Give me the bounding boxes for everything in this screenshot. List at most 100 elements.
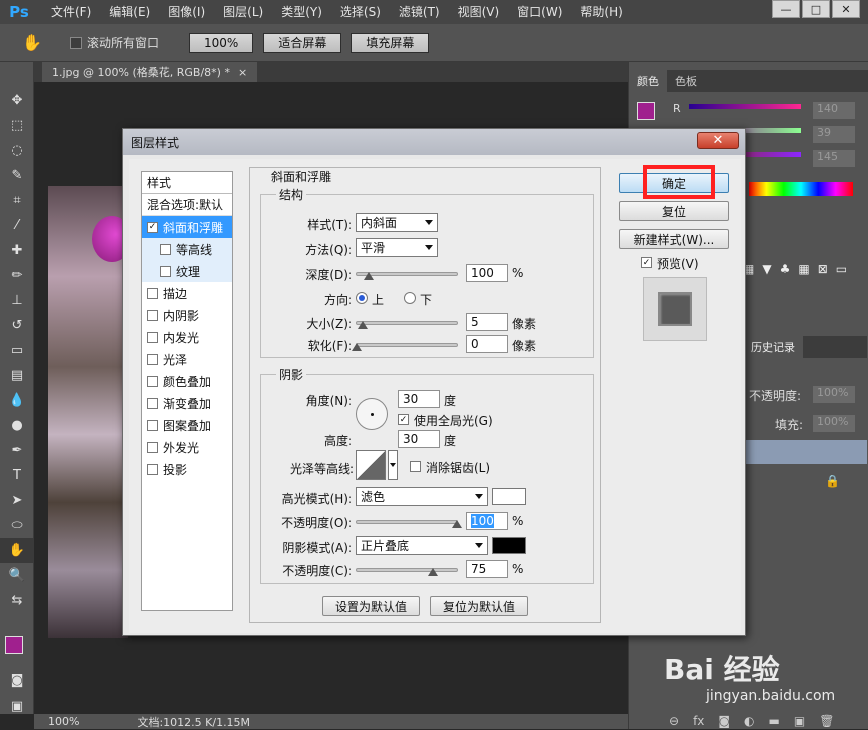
style-item-stroke[interactable]: 描边 (142, 282, 232, 304)
menu-edit[interactable]: 编辑(E) (100, 0, 159, 24)
history-brush-tool-icon[interactable]: ↺ (0, 313, 34, 338)
shadow-mode-select[interactable]: 正片叠底 (356, 536, 488, 555)
color-lookup-icon[interactable]: ▦ (798, 262, 809, 276)
path-select-tool-icon[interactable]: ➤ (0, 488, 34, 513)
soften-slider[interactable] (356, 343, 458, 347)
style-item-satin[interactable]: 光泽 (142, 348, 232, 370)
tab-swatches[interactable]: 色板 (667, 70, 705, 92)
eyedropper-tool-icon[interactable]: ⁄ (0, 213, 34, 238)
marquee-tool-icon[interactable]: ⬚ (0, 113, 34, 138)
direction-down-radio[interactable] (404, 292, 416, 304)
depth-slider-thumb[interactable] (364, 272, 374, 280)
style-item-outer-glow[interactable]: 外发光 (142, 436, 232, 458)
menu-window[interactable]: 窗口(W) (508, 0, 571, 24)
foreground-color-swatch[interactable] (5, 636, 23, 654)
color-spectrum[interactable] (749, 182, 853, 196)
crop-tool-icon[interactable]: ⌗ (0, 188, 34, 213)
gloss-contour-dropdown[interactable] (388, 450, 398, 480)
healing-tool-icon[interactable]: ✚ (0, 238, 34, 263)
shape-tool-icon[interactable]: ⬭ (0, 513, 34, 538)
make-default-button[interactable]: 设置为默认值 (322, 596, 420, 616)
swap-colors-icon[interactable]: ⇆ (0, 588, 34, 613)
highlight-opacity-thumb[interactable] (452, 520, 462, 528)
menu-image[interactable]: 图像(I) (159, 0, 214, 24)
move-tool-icon[interactable]: ✥ (0, 88, 34, 113)
style-item-inner-glow[interactable]: 内发光 (142, 326, 232, 348)
panel-foreground-swatch[interactable] (637, 102, 655, 120)
hand-tool-icon[interactable]: ✋ (0, 538, 34, 563)
shadow-opacity-slider[interactable] (356, 568, 458, 572)
invert-icon[interactable]: ⊠ (818, 262, 828, 276)
dialog-title-bar[interactable]: 图层样式 (123, 129, 745, 155)
style-item-bevel[interactable]: ✓ 斜面和浮雕 (142, 216, 232, 238)
style-item-contour[interactable]: 等高线 (142, 238, 232, 260)
style-checkbox[interactable] (147, 397, 158, 409)
texture-checkbox[interactable] (160, 265, 171, 277)
lasso-tool-icon[interactable]: ◌ (0, 138, 34, 163)
highlight-mode-select[interactable]: 滤色 (356, 487, 488, 506)
tab-history[interactable]: 历史记录 (743, 336, 803, 358)
style-item-inner-shadow[interactable]: 内阴影 (142, 304, 232, 326)
style-checkbox[interactable] (147, 441, 158, 453)
b-value[interactable]: 145 (813, 150, 855, 167)
angle-dial[interactable] (356, 398, 388, 430)
style-checkbox[interactable] (147, 331, 158, 343)
maximize-button[interactable]: □ (802, 0, 830, 18)
tab-color[interactable]: 颜色 (629, 70, 667, 92)
link-icon[interactable]: ⊖ (669, 714, 679, 728)
dialog-close-button[interactable]: ✕ (697, 132, 739, 149)
style-checkbox[interactable] (147, 463, 158, 475)
angle-input[interactable]: 30 (398, 390, 440, 408)
scroll-all-windows-checkbox[interactable]: 滚动所有窗口 (70, 34, 159, 51)
direction-up-radio[interactable] (356, 292, 368, 304)
menu-type[interactable]: 类型(Y) (272, 0, 331, 24)
group-icon[interactable]: ▬ (769, 714, 780, 728)
menu-help[interactable]: 帮助(H) (571, 0, 631, 24)
document-tab[interactable]: 1.jpg @ 100% (格桑花, RGB/8*) * × (42, 62, 258, 82)
hand-tool-icon[interactable]: ✋ (12, 33, 52, 52)
style-checkbox[interactable] (147, 419, 158, 431)
gradient-map-icon[interactable]: ▼ (762, 262, 771, 276)
quick-mask-icon[interactable]: ◙ (0, 668, 34, 693)
minimize-button[interactable]: — (772, 0, 800, 18)
stamp-tool-icon[interactable]: ⊥ (0, 288, 34, 313)
shadow-color-swatch[interactable] (492, 537, 526, 554)
global-light-checkbox[interactable]: ✓ (398, 414, 409, 425)
delete-layer-icon[interactable]: 🗑 (819, 714, 834, 728)
anti-alias-checkbox[interactable] (410, 461, 421, 472)
document-tab-close-icon[interactable]: × (238, 66, 247, 79)
checkbox-box[interactable] (70, 36, 82, 49)
fx-icon[interactable]: fx (693, 714, 704, 728)
gloss-contour-picker[interactable] (356, 450, 386, 480)
zoom-100-button[interactable]: 100% (189, 32, 254, 53)
style-item-color-overlay[interactable]: 颜色叠加 (142, 370, 232, 392)
style-item-gradient-overlay[interactable]: 渐变叠加 (142, 392, 232, 414)
screen-mode-icon[interactable]: ▣ (0, 694, 34, 719)
opacity-value[interactable]: 100% (813, 386, 855, 403)
fill-value[interactable]: 100% (813, 415, 855, 432)
size-slider[interactable] (356, 321, 458, 325)
style-checkbox[interactable] (147, 287, 158, 299)
brush-tool-icon[interactable]: ✏ (0, 263, 34, 288)
r-value[interactable]: 140 (813, 102, 855, 119)
contour-checkbox[interactable] (160, 243, 171, 255)
bevel-style-select[interactable]: 内斜面 (356, 213, 438, 232)
shadow-opacity-input[interactable]: 75 (466, 560, 508, 578)
threshold-icon[interactable]: ▭ (836, 262, 847, 276)
preview-checkbox[interactable]: ✓ (641, 257, 652, 268)
selected-layer-row[interactable] (743, 440, 867, 464)
menu-select[interactable]: 选择(S) (331, 0, 390, 24)
highlight-opacity-input[interactable]: 100 (466, 512, 508, 530)
blend-options-item[interactable]: 混合选项:默认 (142, 194, 232, 216)
style-checkbox[interactable] (147, 375, 158, 387)
size-input[interactable]: 5 (466, 313, 508, 331)
style-item-texture[interactable]: 纹理 (142, 260, 232, 282)
style-item-pattern-overlay[interactable]: 图案叠加 (142, 414, 232, 436)
style-checkbox[interactable] (147, 353, 158, 365)
adjustment-layer-icon[interactable]: ◐ (744, 714, 754, 728)
new-layer-icon[interactable]: ▣ (794, 714, 805, 728)
quick-select-tool-icon[interactable]: ✎ (0, 163, 34, 188)
style-item-drop-shadow[interactable]: 投影 (142, 458, 232, 480)
soften-slider-thumb[interactable] (352, 343, 362, 351)
fit-screen-button[interactable]: 适合屏幕 (263, 32, 342, 53)
